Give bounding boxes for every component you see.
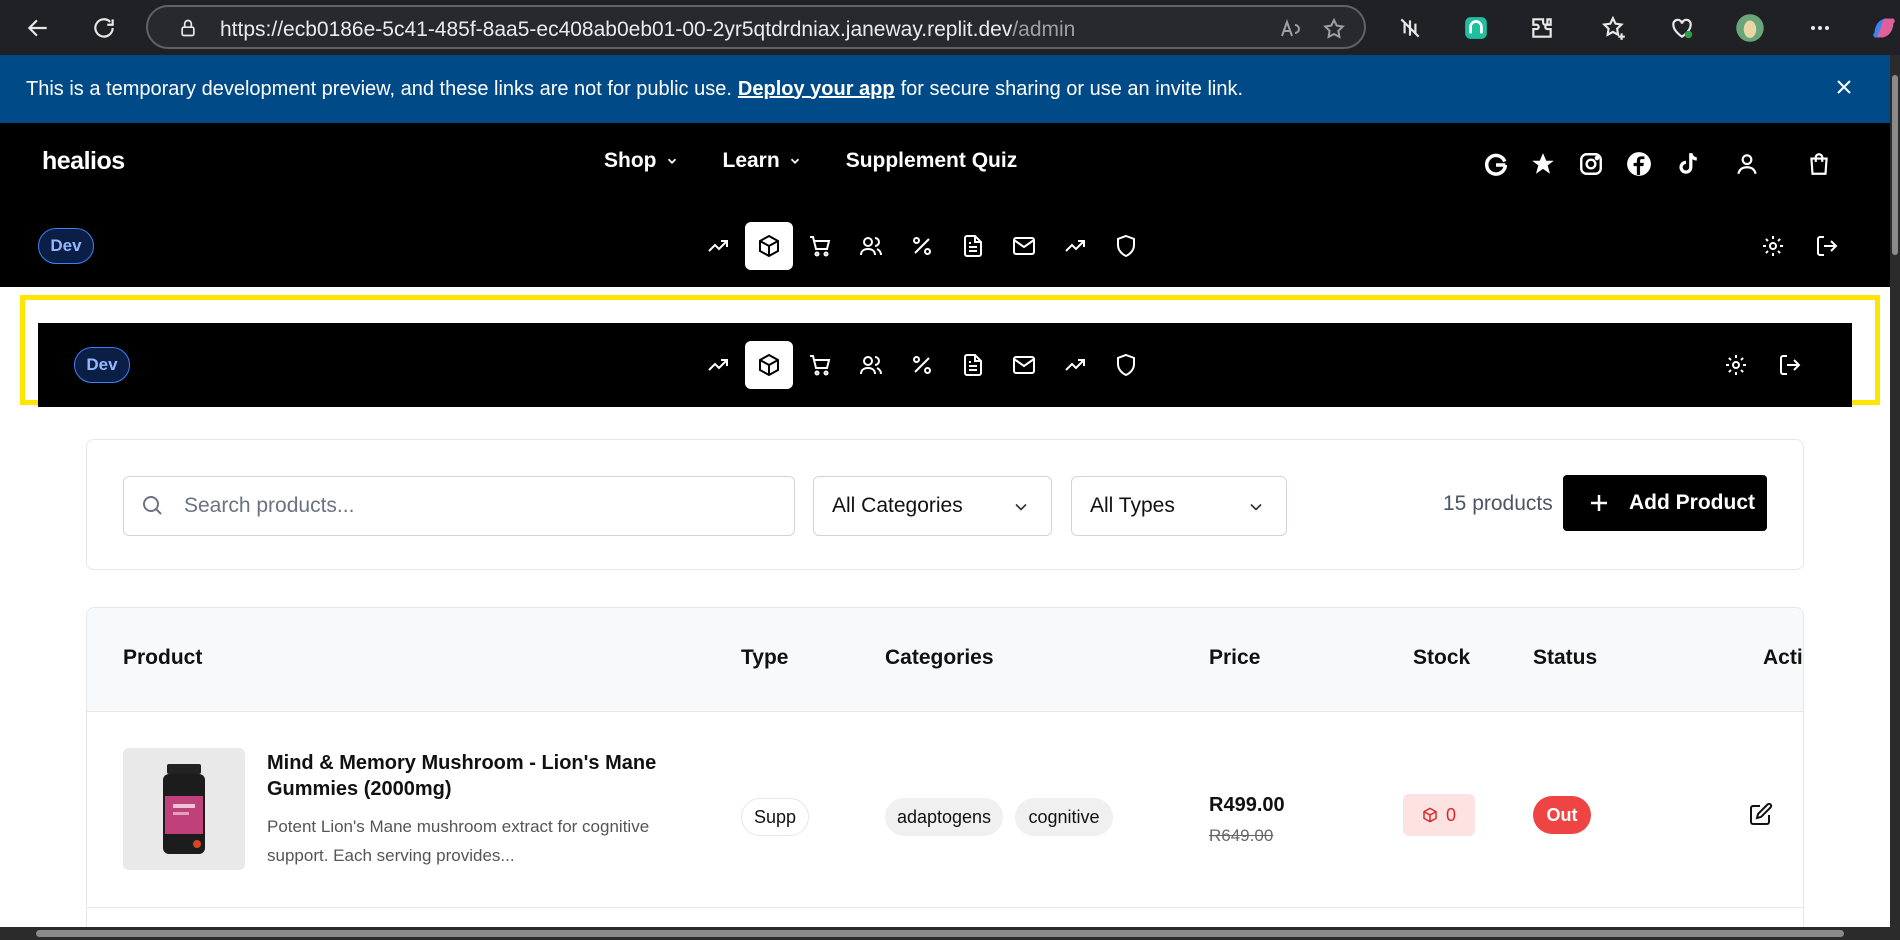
product-old-price: R649.00 — [1209, 826, 1274, 845]
tracking-off-icon[interactable] — [1392, 10, 1428, 46]
browser-toolbar: https://ecb0186e-5c41-485f-8aa5-ec408ab0… — [0, 0, 1900, 55]
table-row[interactable]: Mind & Memory Mushroom - Lion's Mane Gum… — [87, 712, 1803, 908]
banner-text-after: for secure sharing or use an invite link… — [900, 77, 1244, 100]
col-actions: Actions — [1763, 646, 1803, 669]
web-page: This is a temporary development preview,… — [0, 55, 1890, 927]
content-icon[interactable] — [949, 222, 997, 270]
chevron-down-icon — [790, 158, 799, 164]
plus-icon — [1587, 491, 1611, 515]
instagram-icon[interactable] — [1578, 151, 1606, 179]
stock-badge: 0 — [1403, 794, 1475, 836]
products-table: Product Type Categories Price Stock Stat… — [86, 607, 1804, 927]
filters-card: All Categories All Types 15 products Add… — [86, 439, 1804, 570]
product-price: R499.00 — [1209, 794, 1285, 816]
settings-icon[interactable] — [1712, 341, 1760, 389]
close-icon[interactable] — [1832, 75, 1860, 103]
url-text: https://ecb0186e-5c41-485f-8aa5-ec408ab0… — [220, 18, 1076, 41]
product-count: 15 products — [1443, 492, 1553, 515]
banner-text: This is a temporary development preview,… — [26, 77, 732, 100]
status-badge: Out — [1533, 796, 1591, 834]
col-categories: Categories — [885, 646, 994, 669]
package-icon — [1423, 807, 1437, 823]
email-icon[interactable] — [1000, 222, 1048, 270]
settings-icon[interactable] — [1749, 222, 1797, 270]
favorites-icon[interactable] — [1596, 10, 1632, 46]
favorite-star-icon[interactable] — [1322, 17, 1346, 41]
product-name[interactable]: Mind & Memory Mushroom - Lion's Mane Gum… — [267, 750, 687, 802]
tiktok-icon[interactable] — [1674, 151, 1702, 179]
cart-icon[interactable] — [1806, 151, 1834, 179]
read-aloud-icon[interactable] — [1278, 17, 1302, 41]
col-product: Product — [123, 646, 203, 669]
nav-supplement-quiz[interactable]: Supplement Quiz — [846, 149, 1018, 173]
search-icon — [140, 493, 166, 519]
main-nav: Shop Learn Supplement Quiz — [604, 149, 1017, 173]
copilot-icon[interactable] — [1866, 10, 1900, 46]
back-icon[interactable] — [20, 10, 56, 46]
customers-icon[interactable] — [847, 222, 895, 270]
horizontal-scrollbar[interactable] — [0, 927, 1900, 940]
google-icon[interactable] — [1482, 151, 1510, 179]
products-icon[interactable] — [745, 222, 793, 270]
logo[interactable]: healios — [42, 147, 125, 176]
security-icon[interactable] — [1102, 341, 1150, 389]
content-icon[interactable] — [949, 341, 997, 389]
reload-icon[interactable] — [86, 10, 122, 46]
orders-icon[interactable] — [796, 341, 844, 389]
star-icon[interactable] — [1530, 151, 1558, 179]
table-header: Product Type Categories Price Stock Stat… — [87, 608, 1803, 712]
col-type: Type — [741, 646, 789, 669]
profile-avatar[interactable] — [1732, 10, 1768, 46]
admin-toolbar: Dev — [0, 205, 1890, 287]
add-product-button[interactable]: Add Product — [1563, 475, 1767, 531]
edit-icon[interactable] — [1749, 802, 1775, 828]
admin-toolbar-highlighted: Dev — [38, 323, 1852, 407]
user-icon[interactable] — [1734, 151, 1762, 179]
nav-learn[interactable]: Learn — [723, 149, 802, 173]
site-header: healios Shop Learn Supplement Quiz — [0, 123, 1890, 205]
search-input[interactable] — [184, 489, 774, 523]
extensions-icon[interactable] — [1524, 10, 1560, 46]
col-price: Price — [1209, 646, 1261, 669]
discounts-icon[interactable] — [898, 341, 946, 389]
dev-preview-banner: This is a temporary development preview,… — [0, 55, 1890, 123]
customers-icon[interactable] — [847, 341, 895, 389]
category-tag: cognitive — [1015, 798, 1113, 836]
analytics-icon[interactable] — [694, 341, 742, 389]
orders-icon[interactable] — [796, 222, 844, 270]
facebook-icon[interactable] — [1626, 151, 1654, 179]
lock-icon — [178, 18, 198, 38]
product-image — [123, 748, 245, 870]
browser-health-icon[interactable] — [1664, 10, 1700, 46]
chevron-down-icon — [667, 158, 676, 164]
chevron-down-icon — [1246, 497, 1266, 517]
replit-extension-icon[interactable] — [1458, 10, 1494, 46]
discounts-icon[interactable] — [898, 222, 946, 270]
search-box — [123, 476, 795, 536]
chevron-down-icon — [1011, 497, 1031, 517]
logout-icon[interactable] — [1766, 341, 1814, 389]
reports-icon[interactable] — [1051, 341, 1099, 389]
product-description: Potent Lion's Mane mushroom extract for … — [267, 817, 650, 865]
products-icon[interactable] — [745, 341, 793, 389]
address-bar[interactable]: https://ecb0186e-5c41-485f-8aa5-ec408ab0… — [146, 5, 1366, 49]
category-select[interactable]: All Categories — [813, 476, 1052, 536]
nav-shop[interactable]: Shop — [604, 149, 679, 173]
more-menu-icon[interactable] — [1802, 10, 1838, 46]
dev-badge: Dev — [74, 347, 130, 383]
col-stock: Stock — [1413, 646, 1471, 669]
email-icon[interactable] — [1000, 341, 1048, 389]
type-select[interactable]: All Types — [1071, 476, 1287, 536]
deploy-link[interactable]: Deploy your app — [738, 78, 895, 101]
security-icon[interactable] — [1102, 222, 1150, 270]
type-badge: Supp — [741, 798, 809, 836]
analytics-icon[interactable] — [694, 222, 742, 270]
vertical-scrollbar[interactable] — [1890, 55, 1900, 927]
col-status: Status — [1533, 646, 1598, 669]
reports-icon[interactable] — [1051, 222, 1099, 270]
dev-badge: Dev — [38, 228, 94, 264]
logout-icon[interactable] — [1803, 222, 1851, 270]
category-tag: adaptogens — [885, 798, 1003, 836]
